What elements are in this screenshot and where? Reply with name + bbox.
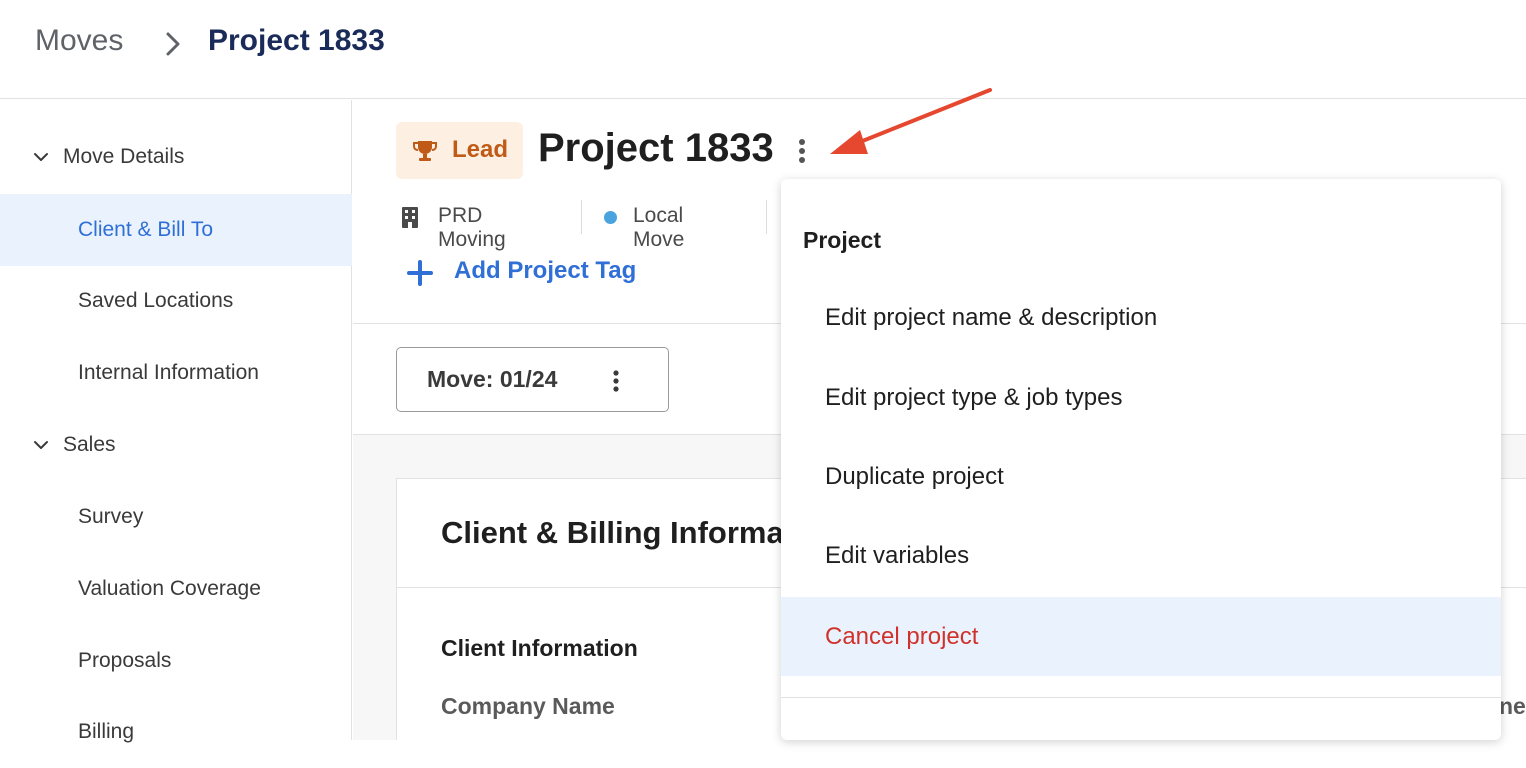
move-selector[interactable]: Move: 01/24: [396, 347, 669, 412]
more-vertical-icon[interactable]: [609, 368, 623, 394]
chevron-down-icon: [34, 153, 48, 161]
meta-divider: [766, 200, 767, 234]
add-project-tag-label: Add Project Tag: [454, 257, 637, 284]
menu-heading: Project: [803, 227, 881, 253]
sidebar-group-sales[interactable]: Sales: [0, 409, 352, 481]
plus-icon: [407, 260, 433, 286]
sidebar-item-valuation-coverage[interactable]: Valuation Coverage: [0, 553, 352, 625]
move-type: Local Move: [633, 204, 685, 251]
menu-item-edit-name-description[interactable]: Edit project name & description: [781, 278, 1501, 357]
sidebar-item-proposals[interactable]: Proposals: [0, 625, 352, 697]
sidebar-group-move-details[interactable]: Move Details: [0, 121, 352, 193]
chevron-down-icon: [34, 441, 48, 449]
menu-item-edit-variables[interactable]: Edit variables: [781, 516, 1501, 595]
sidebar-item-internal-information[interactable]: Internal Information: [0, 337, 352, 409]
move-type-dot: [604, 211, 617, 224]
company-name: PRD Moving: [438, 204, 506, 251]
building-icon: [402, 207, 418, 228]
sidebar-item-saved-locations[interactable]: Saved Locations: [0, 265, 352, 337]
section-heading: Client Information: [441, 635, 638, 661]
chevron-right-icon: [166, 32, 180, 56]
sidebar-item-billing[interactable]: Billing: [0, 696, 352, 768]
move-selector-label: Move: 01/24: [427, 366, 558, 392]
sidebar: Move Details Client & Bill To Saved Loca…: [0, 100, 352, 743]
menu-item-edit-type-job-types[interactable]: Edit project type & job types: [781, 358, 1501, 437]
sidebar-group-label: Sales: [63, 433, 116, 456]
status-badge-label: Lead: [452, 136, 509, 163]
trophy-icon: [413, 141, 437, 161]
top-bar: Moves Project 1833: [0, 0, 1526, 99]
field-label-company-name: Company Name: [441, 693, 615, 719]
card-title: Client & Billing Informa: [441, 515, 784, 550]
menu-item-cancel-project[interactable]: Cancel project: [781, 597, 1501, 676]
annotation-arrow-icon: [830, 88, 992, 154]
project-actions-menu: Project Edit project name & description …: [781, 179, 1501, 740]
breadcrumb-moves-link[interactable]: Moves: [35, 24, 123, 58]
menu-divider: [781, 697, 1501, 698]
sidebar-group-label: Move Details: [63, 145, 185, 168]
field-label-fragment: ne: [1499, 693, 1526, 719]
meta-divider: [581, 200, 582, 234]
sidebar-item-survey[interactable]: Survey: [0, 481, 352, 553]
breadcrumb-current: Project 1833: [208, 24, 385, 57]
status-badge: Lead: [396, 122, 523, 179]
page-title: Project 1833: [538, 126, 774, 170]
more-vertical-icon[interactable]: [794, 136, 810, 166]
menu-item-duplicate-project[interactable]: Duplicate project: [781, 437, 1501, 516]
sidebar-item-client-bill-to[interactable]: Client & Bill To: [0, 194, 352, 266]
